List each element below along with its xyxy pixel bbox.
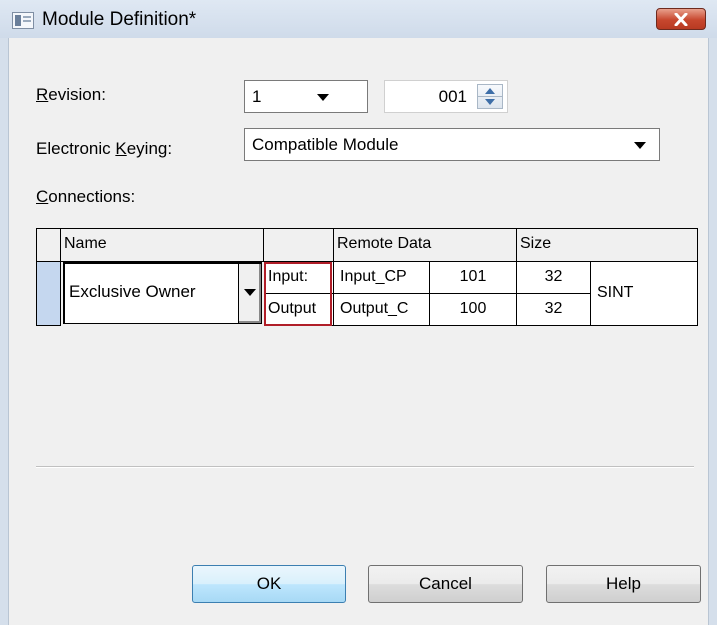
connections-label: Connections: xyxy=(36,187,136,206)
header-name[interactable]: Name xyxy=(61,229,264,262)
row-selector[interactable] xyxy=(37,262,61,326)
window-frame-right xyxy=(709,38,717,625)
input-size-cell[interactable]: 32 xyxy=(517,262,591,294)
cancel-button[interactable]: Cancel xyxy=(368,565,523,603)
output-size-cell[interactable]: 32 xyxy=(517,294,591,326)
spin-buttons[interactable] xyxy=(477,84,503,109)
electronic-keying-value: Compatible Module xyxy=(252,135,399,154)
chevron-down-icon xyxy=(317,94,329,101)
electronic-keying-label: Electronic Keying: xyxy=(36,139,173,158)
chevron-down-icon xyxy=(634,142,646,149)
header-direction[interactable] xyxy=(264,229,334,262)
dialog-body xyxy=(8,38,709,625)
spin-down-icon[interactable] xyxy=(485,99,495,105)
module-window-icon xyxy=(12,12,34,29)
header-remote-data[interactable]: Remote Data xyxy=(334,229,517,262)
connection-name-value: Exclusive Owner xyxy=(69,282,196,301)
close-icon xyxy=(674,13,688,26)
revision-major-value: 1 xyxy=(252,87,262,106)
window-frame-left xyxy=(0,38,8,625)
input-tag-cell[interactable]: Input_CP xyxy=(334,262,430,294)
header-row-selector xyxy=(37,229,61,262)
electronic-keying-dropdown[interactable]: Compatible Module xyxy=(244,128,660,161)
direction-highlight-box xyxy=(264,262,332,326)
size-type-cell[interactable]: SINT xyxy=(591,262,698,326)
close-button[interactable] xyxy=(656,8,706,30)
help-button[interactable]: Help xyxy=(546,565,701,603)
chevron-down-icon[interactable] xyxy=(238,264,261,323)
output-tag-cell[interactable]: Output_C xyxy=(334,294,430,326)
revision-major-dropdown[interactable]: 1 xyxy=(244,80,368,113)
revision-label: Revision: xyxy=(36,85,106,104)
title-bar[interactable]: Module Definition* xyxy=(0,0,717,38)
output-instance-cell[interactable]: 100 xyxy=(430,294,517,326)
spin-up-icon[interactable] xyxy=(485,88,495,94)
connection-name-dropdown[interactable]: Exclusive Owner xyxy=(63,262,262,324)
ok-button[interactable]: OK xyxy=(192,565,346,603)
revision-minor-spinbox[interactable]: 001 xyxy=(384,80,508,113)
divider-highlight xyxy=(36,467,694,468)
spin-divider xyxy=(478,96,502,97)
revision-minor-value: 001 xyxy=(438,87,467,106)
window-title: Module Definition* xyxy=(42,9,197,30)
input-instance-cell[interactable]: 101 xyxy=(430,262,517,294)
header-size[interactable]: Size xyxy=(517,229,698,262)
